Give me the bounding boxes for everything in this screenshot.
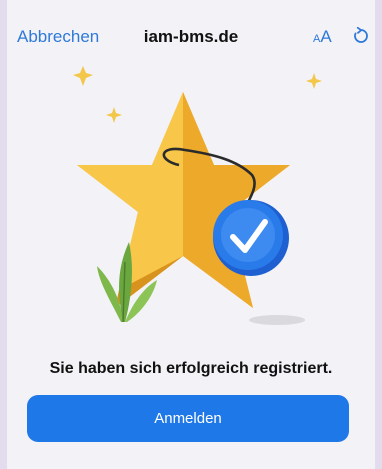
- sparkle-icon: [73, 66, 93, 86]
- reload-icon[interactable]: [352, 27, 370, 45]
- sparkle-icon: [306, 73, 322, 89]
- success-illustration: [73, 66, 322, 325]
- sparkle-icon: [106, 107, 122, 123]
- success-message: Sie haben sich erfolgreich registriert.: [49, 360, 333, 377]
- text-size-large-label: A: [320, 27, 332, 46]
- ground-shadow: [249, 315, 305, 325]
- text-size-button[interactable]: AA: [313, 27, 332, 47]
- checkmark-badge-icon: [213, 200, 289, 276]
- star-illustration: [77, 92, 290, 308]
- browser-frame: Abbrechen iam-bms.de AA Sie haben sich e…: [7, 0, 375, 469]
- login-button[interactable]: Anmelden: [27, 395, 349, 442]
